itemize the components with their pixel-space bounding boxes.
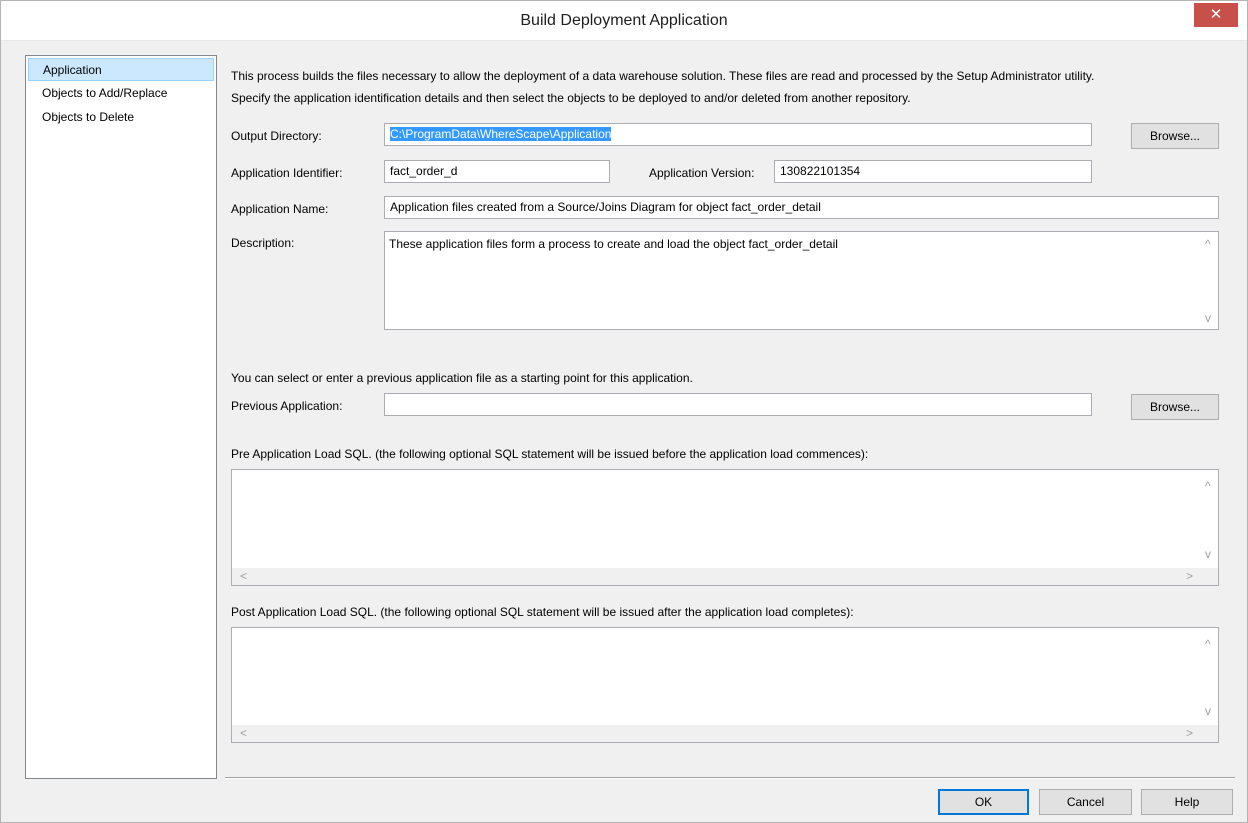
output-directory-label: Output Directory: (231, 129, 322, 143)
post-sql-label: Post Application Load SQL. (the followin… (231, 605, 854, 619)
scroll-down-icon[interactable]: v (1205, 705, 1211, 717)
previous-app-field[interactable] (384, 393, 1092, 416)
nav-item-objects-to-delete[interactable]: Objects to Delete (28, 106, 214, 129)
scroll-down-icon[interactable]: v (1205, 312, 1211, 324)
scroll-right-icon[interactable]: > (1186, 727, 1193, 739)
build-deployment-dialog: Build Deployment Application ✕ Applicati… (0, 0, 1248, 823)
nav-item-application[interactable]: Application (28, 58, 214, 81)
post-sql-scroll-corner (1201, 725, 1218, 742)
title-bar: Build Deployment Application ✕ (1, 1, 1247, 41)
intro-line-2: Specify the application identification d… (231, 91, 911, 105)
pre-sql-hscrollbar[interactable]: < > (232, 568, 1201, 585)
description-textarea[interactable]: These application files form a process t… (384, 231, 1219, 330)
app-version-label: Application Version: (649, 166, 755, 180)
description-label: Description: (231, 236, 295, 250)
output-directory-browse-button[interactable]: Browse... (1131, 123, 1219, 149)
scroll-up-icon[interactable]: ^ (1205, 238, 1211, 250)
scroll-right-icon[interactable]: > (1186, 570, 1193, 582)
post-sql-vscrollbar[interactable]: ^ v (1201, 628, 1218, 725)
scroll-down-icon[interactable]: v (1205, 548, 1211, 560)
nav-item-objects-to-add-replace[interactable]: Objects to Add/Replace (28, 82, 214, 105)
section-nav-list: Application Objects to Add/Replace Objec… (25, 55, 217, 779)
post-sql-textarea[interactable]: ^ v < > (231, 627, 1219, 743)
help-button[interactable]: Help (1141, 789, 1233, 815)
scroll-left-icon[interactable]: < (240, 727, 247, 739)
app-version-field[interactable]: 130822101354 (774, 160, 1092, 183)
intro-line-1: This process builds the files necessary … (231, 69, 1095, 83)
pre-sql-label: Pre Application Load SQL. (the following… (231, 447, 869, 461)
pre-sql-vscrollbar[interactable]: ^ v (1201, 470, 1218, 568)
pre-sql-scroll-corner (1201, 568, 1218, 585)
previous-app-label: Previous Application: (231, 399, 343, 413)
dialog-title: Build Deployment Application (520, 12, 728, 29)
scroll-up-icon[interactable]: ^ (1205, 480, 1211, 492)
app-identifier-label: Application Identifier: (231, 166, 343, 180)
description-vscrollbar[interactable]: ^ v (1201, 232, 1218, 329)
scroll-up-icon[interactable]: ^ (1205, 638, 1211, 650)
cancel-button[interactable]: Cancel (1039, 789, 1132, 815)
app-name-label: Application Name: (231, 202, 329, 216)
ok-button[interactable]: OK (938, 789, 1029, 815)
close-button[interactable]: ✕ (1194, 3, 1238, 27)
output-directory-field[interactable]: C:\ProgramData\WhereScape\Application (384, 123, 1092, 146)
dialog-body: Application Objects to Add/Replace Objec… (9, 41, 1241, 816)
footer-separator-highlight (225, 778, 1235, 779)
app-identifier-field[interactable]: fact_order_d (384, 160, 610, 183)
scroll-left-icon[interactable]: < (240, 570, 247, 582)
app-name-field[interactable]: Application files created from a Source/… (384, 196, 1219, 219)
output-directory-value: C:\ProgramData\WhereScape\Application (390, 127, 612, 141)
post-sql-hscrollbar[interactable]: < > (232, 725, 1201, 742)
pre-sql-textarea[interactable]: ^ v < > (231, 469, 1219, 586)
description-value: These application files form a process t… (389, 237, 838, 251)
previous-app-browse-button[interactable]: Browse... (1131, 394, 1219, 420)
previous-app-hint: You can select or enter a previous appli… (231, 371, 693, 385)
